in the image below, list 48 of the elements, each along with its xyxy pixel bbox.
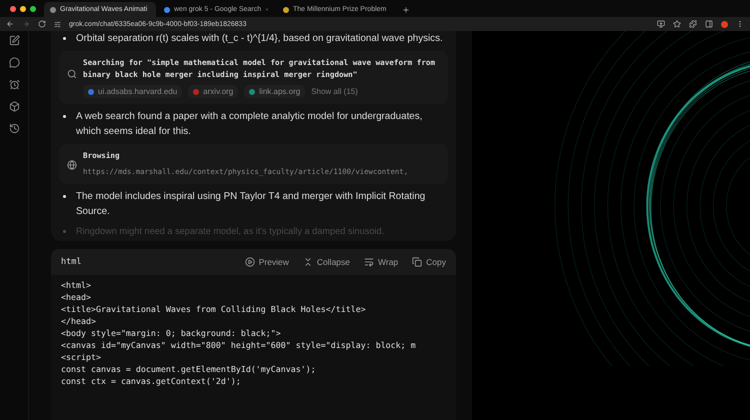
code-line: <script> <box>61 351 102 364</box>
collapse-button[interactable]: Collapse <box>302 257 350 268</box>
globe-icon <box>67 160 77 170</box>
code-line: const ctx = canvas.getContext('2d'); <box>61 375 242 388</box>
source-chip[interactable]: ui.adsabs.harvard.edu <box>83 85 182 98</box>
copy-button[interactable]: Copy <box>412 257 446 268</box>
reload-icon[interactable] <box>38 20 46 28</box>
site-settings-icon[interactable] <box>54 20 61 28</box>
show-all-link[interactable]: Show all (15) <box>311 87 358 96</box>
bookmark-star-icon[interactable] <box>673 20 681 28</box>
code-language-label: html <box>61 257 82 268</box>
code-line: </head> <box>61 315 97 328</box>
bullet-icon <box>63 195 66 198</box>
wrap-button[interactable]: Wrap <box>364 257 398 268</box>
wrap-icon <box>364 257 374 268</box>
bullet-icon <box>63 37 66 40</box>
side-panel-icon[interactable] <box>705 20 713 28</box>
source-chip[interactable]: link.aps.org <box>244 85 306 98</box>
search-icon <box>67 69 77 79</box>
back-icon[interactable] <box>6 20 14 28</box>
bullet-text: A web search found a paper with a complete analytic model for undergraduates, which seems ideal for this. <box>76 110 424 140</box>
collapse-icon <box>302 257 313 268</box>
source-chip[interactable]: arxiv.org <box>188 85 238 98</box>
bullet-icon <box>63 230 66 234</box>
code-line: <html> <box>61 279 92 292</box>
edit-icon[interactable] <box>8 35 20 46</box>
install-icon[interactable] <box>657 20 665 28</box>
history-icon[interactable] <box>8 123 20 134</box>
bullet-icon <box>63 115 66 118</box>
alarm-clock-icon[interactable] <box>8 79 20 90</box>
code-line: <head> <box>61 291 92 304</box>
bullet-text: Orbital separation r(t) scales with (t_c - t)^{1/4}, based on gravitational wave physics. <box>76 32 443 46</box>
tab-favicon-icon <box>283 6 289 12</box>
code-line: <title>Gravitational Waves from Colliding Black Holes</title> <box>61 303 367 316</box>
extensions-icon[interactable] <box>689 20 697 28</box>
bullet-text: The model includes inspiral using PN Taylor T4 and merger with Implicit Rotating Source. <box>76 190 426 220</box>
new-tab-icon[interactable] <box>402 6 410 14</box>
tab-favicon-icon <box>50 6 56 12</box>
cube-icon[interactable] <box>8 101 20 112</box>
chat-bubble-icon[interactable] <box>8 57 20 68</box>
tab-favicon-icon <box>164 6 170 12</box>
code-line: <body style="margin: 0; background: black;"> <box>61 327 282 340</box>
preview-icon <box>244 257 255 268</box>
preview-button[interactable]: Preview <box>244 257 289 268</box>
code-line: const canvas = document.getElementById('myCanvas'); <box>61 363 317 376</box>
profile-avatar[interactable] <box>721 20 728 28</box>
code-line: <canvas id="myCanvas" width="800" height="600" style="display: block; m <box>61 339 417 352</box>
copy-icon <box>412 257 422 268</box>
